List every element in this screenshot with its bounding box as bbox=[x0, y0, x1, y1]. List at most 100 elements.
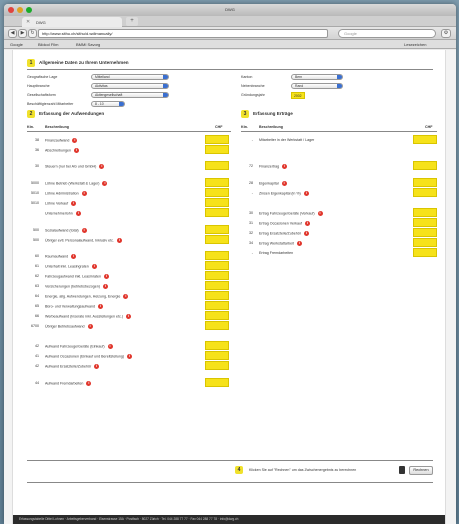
income-text: Eigenkapital bbox=[259, 181, 279, 186]
divider bbox=[241, 131, 437, 132]
expense-amount-input[interactable] bbox=[205, 271, 229, 280]
income-amount-input[interactable] bbox=[413, 178, 437, 187]
income-amount-input[interactable] bbox=[413, 238, 437, 247]
info-icon[interactable]: i bbox=[116, 238, 122, 243]
income-amount-input[interactable] bbox=[413, 161, 437, 170]
expense-amount-input[interactable] bbox=[205, 378, 229, 387]
field-label: Geografische Lage bbox=[27, 75, 58, 79]
expense-label: Steuern (nur bei AG und GmbH) i bbox=[45, 164, 105, 169]
info-icon[interactable]: i bbox=[281, 181, 287, 186]
column-chf: CHF bbox=[215, 125, 223, 129]
expense-text: Unterhalt inkl. Leasingraten bbox=[45, 264, 89, 269]
expense-amount-input[interactable] bbox=[205, 235, 229, 244]
expense-amount-input[interactable] bbox=[205, 208, 229, 217]
expense-amount-input[interactable] bbox=[205, 311, 229, 320]
expense-amount-input[interactable] bbox=[205, 225, 229, 234]
info-icon[interactable]: i bbox=[99, 164, 105, 169]
general-select[interactable]: 8 - 10 bbox=[91, 101, 125, 107]
calculate-button[interactable]: Rechnen bbox=[409, 466, 433, 475]
info-icon[interactable]: i bbox=[97, 304, 103, 309]
general-select[interactable]: Aktivitas bbox=[91, 83, 169, 89]
expense-amount-input[interactable] bbox=[205, 291, 229, 300]
forward-button[interactable]: ▶ bbox=[18, 29, 27, 38]
income-amount-input[interactable] bbox=[413, 208, 437, 217]
info-icon[interactable]: i bbox=[102, 181, 108, 186]
info-icon[interactable]: i bbox=[81, 228, 87, 233]
info-icon[interactable]: i bbox=[317, 211, 323, 216]
close-tab-icon[interactable]: ✕ bbox=[26, 19, 30, 25]
general-select[interactable]: Aktiengesellschaft bbox=[91, 92, 169, 98]
browser-toolbar: ◀ ▶ ↻ http://www.sithu.ch/sithu/d.wdlman… bbox=[4, 27, 456, 40]
expense-label: Löhne Verkauf i bbox=[45, 201, 77, 206]
info-icon[interactable]: i bbox=[94, 364, 100, 369]
expense-label: Aufwand Ersatzteile/Zubehör i bbox=[45, 364, 100, 369]
expense-amount-input[interactable] bbox=[205, 321, 229, 330]
income-label: Ertrag Fahrzeuge/Geräte (Verkauf) i bbox=[259, 211, 323, 216]
info-icon[interactable]: i bbox=[296, 241, 302, 246]
expense-amount-input[interactable] bbox=[205, 351, 229, 360]
info-icon[interactable]: i bbox=[87, 324, 93, 329]
info-icon[interactable]: i bbox=[303, 191, 309, 196]
expense-amount-input[interactable] bbox=[205, 145, 229, 154]
info-icon[interactable]: i bbox=[123, 294, 129, 299]
address-bar[interactable]: http://www.sithu.ch/sithu/d.wdlmanualiy/ bbox=[38, 29, 328, 38]
income-amount-input[interactable] bbox=[413, 135, 437, 144]
expense-amount-input[interactable] bbox=[205, 301, 229, 310]
info-icon[interactable]: i bbox=[91, 264, 97, 269]
info-icon[interactable]: i bbox=[127, 354, 133, 359]
general-select[interactable]: Bern bbox=[291, 74, 343, 80]
reload-button[interactable]: ↻ bbox=[28, 29, 37, 38]
income-amount-input[interactable] bbox=[413, 248, 437, 257]
expense-text: Übriger evtl. Personalaufwand, Inklusiv … bbox=[45, 238, 114, 243]
income-amount-input[interactable] bbox=[413, 188, 437, 197]
account-number: 63 bbox=[35, 284, 39, 288]
info-icon[interactable]: i bbox=[282, 164, 288, 169]
founding-year-input[interactable]: 2002 bbox=[291, 92, 305, 99]
info-icon[interactable]: i bbox=[71, 201, 77, 206]
info-icon[interactable]: i bbox=[81, 191, 87, 196]
info-icon[interactable]: i bbox=[75, 211, 81, 216]
new-tab-button[interactable]: + bbox=[126, 17, 138, 26]
expense-amount-input[interactable] bbox=[205, 135, 229, 144]
expense-amount-input[interactable] bbox=[205, 361, 229, 370]
back-button[interactable]: ◀ bbox=[8, 29, 17, 38]
expense-amount-input[interactable] bbox=[205, 261, 229, 270]
expense-amount-input[interactable] bbox=[205, 341, 229, 350]
income-text: Ertrag Werkstattarbeit bbox=[259, 241, 294, 246]
expense-amount-input[interactable] bbox=[205, 178, 229, 187]
info-icon[interactable]: i bbox=[126, 314, 132, 319]
account-number: 500 bbox=[33, 228, 39, 232]
info-icon[interactable]: i bbox=[71, 254, 77, 259]
expense-amount-input[interactable] bbox=[205, 161, 229, 170]
general-select[interactable]: Mittelland bbox=[91, 74, 169, 80]
info-icon[interactable]: i bbox=[86, 381, 92, 386]
account-number: - bbox=[251, 191, 253, 195]
info-icon[interactable]: i bbox=[107, 344, 113, 349]
info-icon[interactable]: i bbox=[304, 221, 310, 226]
expense-amount-input[interactable] bbox=[205, 188, 229, 197]
bookmark-google[interactable]: Google bbox=[10, 42, 23, 47]
wrench-icon[interactable]: ⚙ bbox=[441, 29, 451, 38]
general-select[interactable]: Rand bbox=[291, 83, 343, 89]
expense-text: Fahrzeugaufwand inkl. Leasinraten bbox=[45, 274, 101, 279]
info-icon[interactable]: i bbox=[103, 274, 109, 279]
info-icon[interactable]: i bbox=[102, 284, 108, 289]
income-text: Zinsen Eigenkapital (in %) bbox=[259, 191, 301, 196]
bookmark-bildcol[interactable]: Bildcol Film bbox=[38, 42, 58, 47]
step-badge-1: 1 bbox=[27, 59, 35, 67]
income-label: Mitarbeiter in der Werkstatt / Lager bbox=[259, 138, 314, 142]
info-icon[interactable]: i bbox=[303, 231, 309, 236]
income-amount-input[interactable] bbox=[413, 218, 437, 227]
info-icon[interactable]: i bbox=[73, 148, 79, 153]
section1-title: Allgemeine Daten zu Ihrem Unternehmen bbox=[39, 60, 129, 65]
income-amount-input[interactable] bbox=[413, 228, 437, 237]
expense-amount-input[interactable] bbox=[205, 251, 229, 260]
bookmark-bmmi[interactable]: BMMI Savorg bbox=[76, 42, 100, 47]
expense-amount-input[interactable] bbox=[205, 281, 229, 290]
expense-label: Fahrzeugaufwand inkl. Leasinraten i bbox=[45, 274, 109, 279]
info-icon[interactable]: i bbox=[72, 138, 78, 143]
expense-amount-input[interactable] bbox=[205, 198, 229, 207]
search-field[interactable]: Google bbox=[338, 29, 436, 38]
bookmark-other[interactable]: Lesezeichen bbox=[404, 42, 426, 47]
tab-dwg[interactable]: ✕ DWG bbox=[22, 17, 122, 27]
